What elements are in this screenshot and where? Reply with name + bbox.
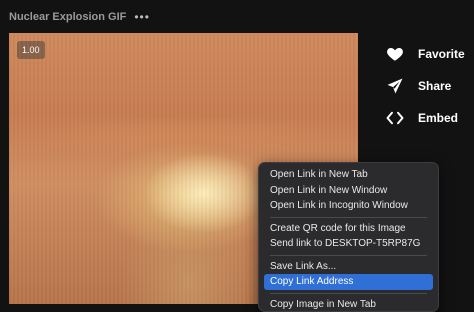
share-label: Share bbox=[418, 79, 451, 93]
embed-label: Embed bbox=[418, 111, 458, 125]
share-button[interactable]: Share bbox=[386, 70, 465, 102]
page-title: Nuclear Explosion GIF bbox=[9, 11, 126, 23]
menu-divider bbox=[270, 217, 427, 218]
heart-icon bbox=[386, 45, 404, 63]
menu-divider bbox=[270, 293, 427, 294]
playback-speed-badge[interactable]: 1.00 bbox=[17, 41, 45, 59]
menu-item-open-incognito[interactable]: Open Link in Incognito Window bbox=[264, 198, 433, 214]
action-panel: Favorite Share Embed bbox=[386, 38, 465, 134]
menu-item-create-qr[interactable]: Create QR code for this Image bbox=[264, 221, 433, 237]
menu-item-save-link-as[interactable]: Save Link As... bbox=[264, 259, 433, 275]
menu-item-open-image-new-tab[interactable]: Copy Image in New Tab bbox=[264, 297, 433, 312]
gif-title-bar: Nuclear Explosion GIF ••• bbox=[9, 11, 150, 23]
menu-item-send-to-device[interactable]: Send link to DESKTOP-T5RP87G bbox=[264, 236, 433, 252]
menu-item-open-new-tab[interactable]: Open Link in New Tab bbox=[264, 167, 433, 183]
embed-button[interactable]: Embed bbox=[386, 102, 465, 134]
menu-item-copy-link-address[interactable]: Copy Link Address bbox=[264, 274, 433, 290]
send-icon bbox=[386, 77, 404, 95]
favorite-label: Favorite bbox=[418, 47, 465, 61]
context-menu: Open Link in New Tab Open Link in New Wi… bbox=[258, 162, 439, 312]
code-icon bbox=[386, 109, 404, 127]
menu-divider bbox=[270, 255, 427, 256]
more-options-icon[interactable]: ••• bbox=[134, 13, 150, 21]
menu-item-open-new-window[interactable]: Open Link in New Window bbox=[264, 183, 433, 199]
favorite-button[interactable]: Favorite bbox=[386, 38, 465, 70]
